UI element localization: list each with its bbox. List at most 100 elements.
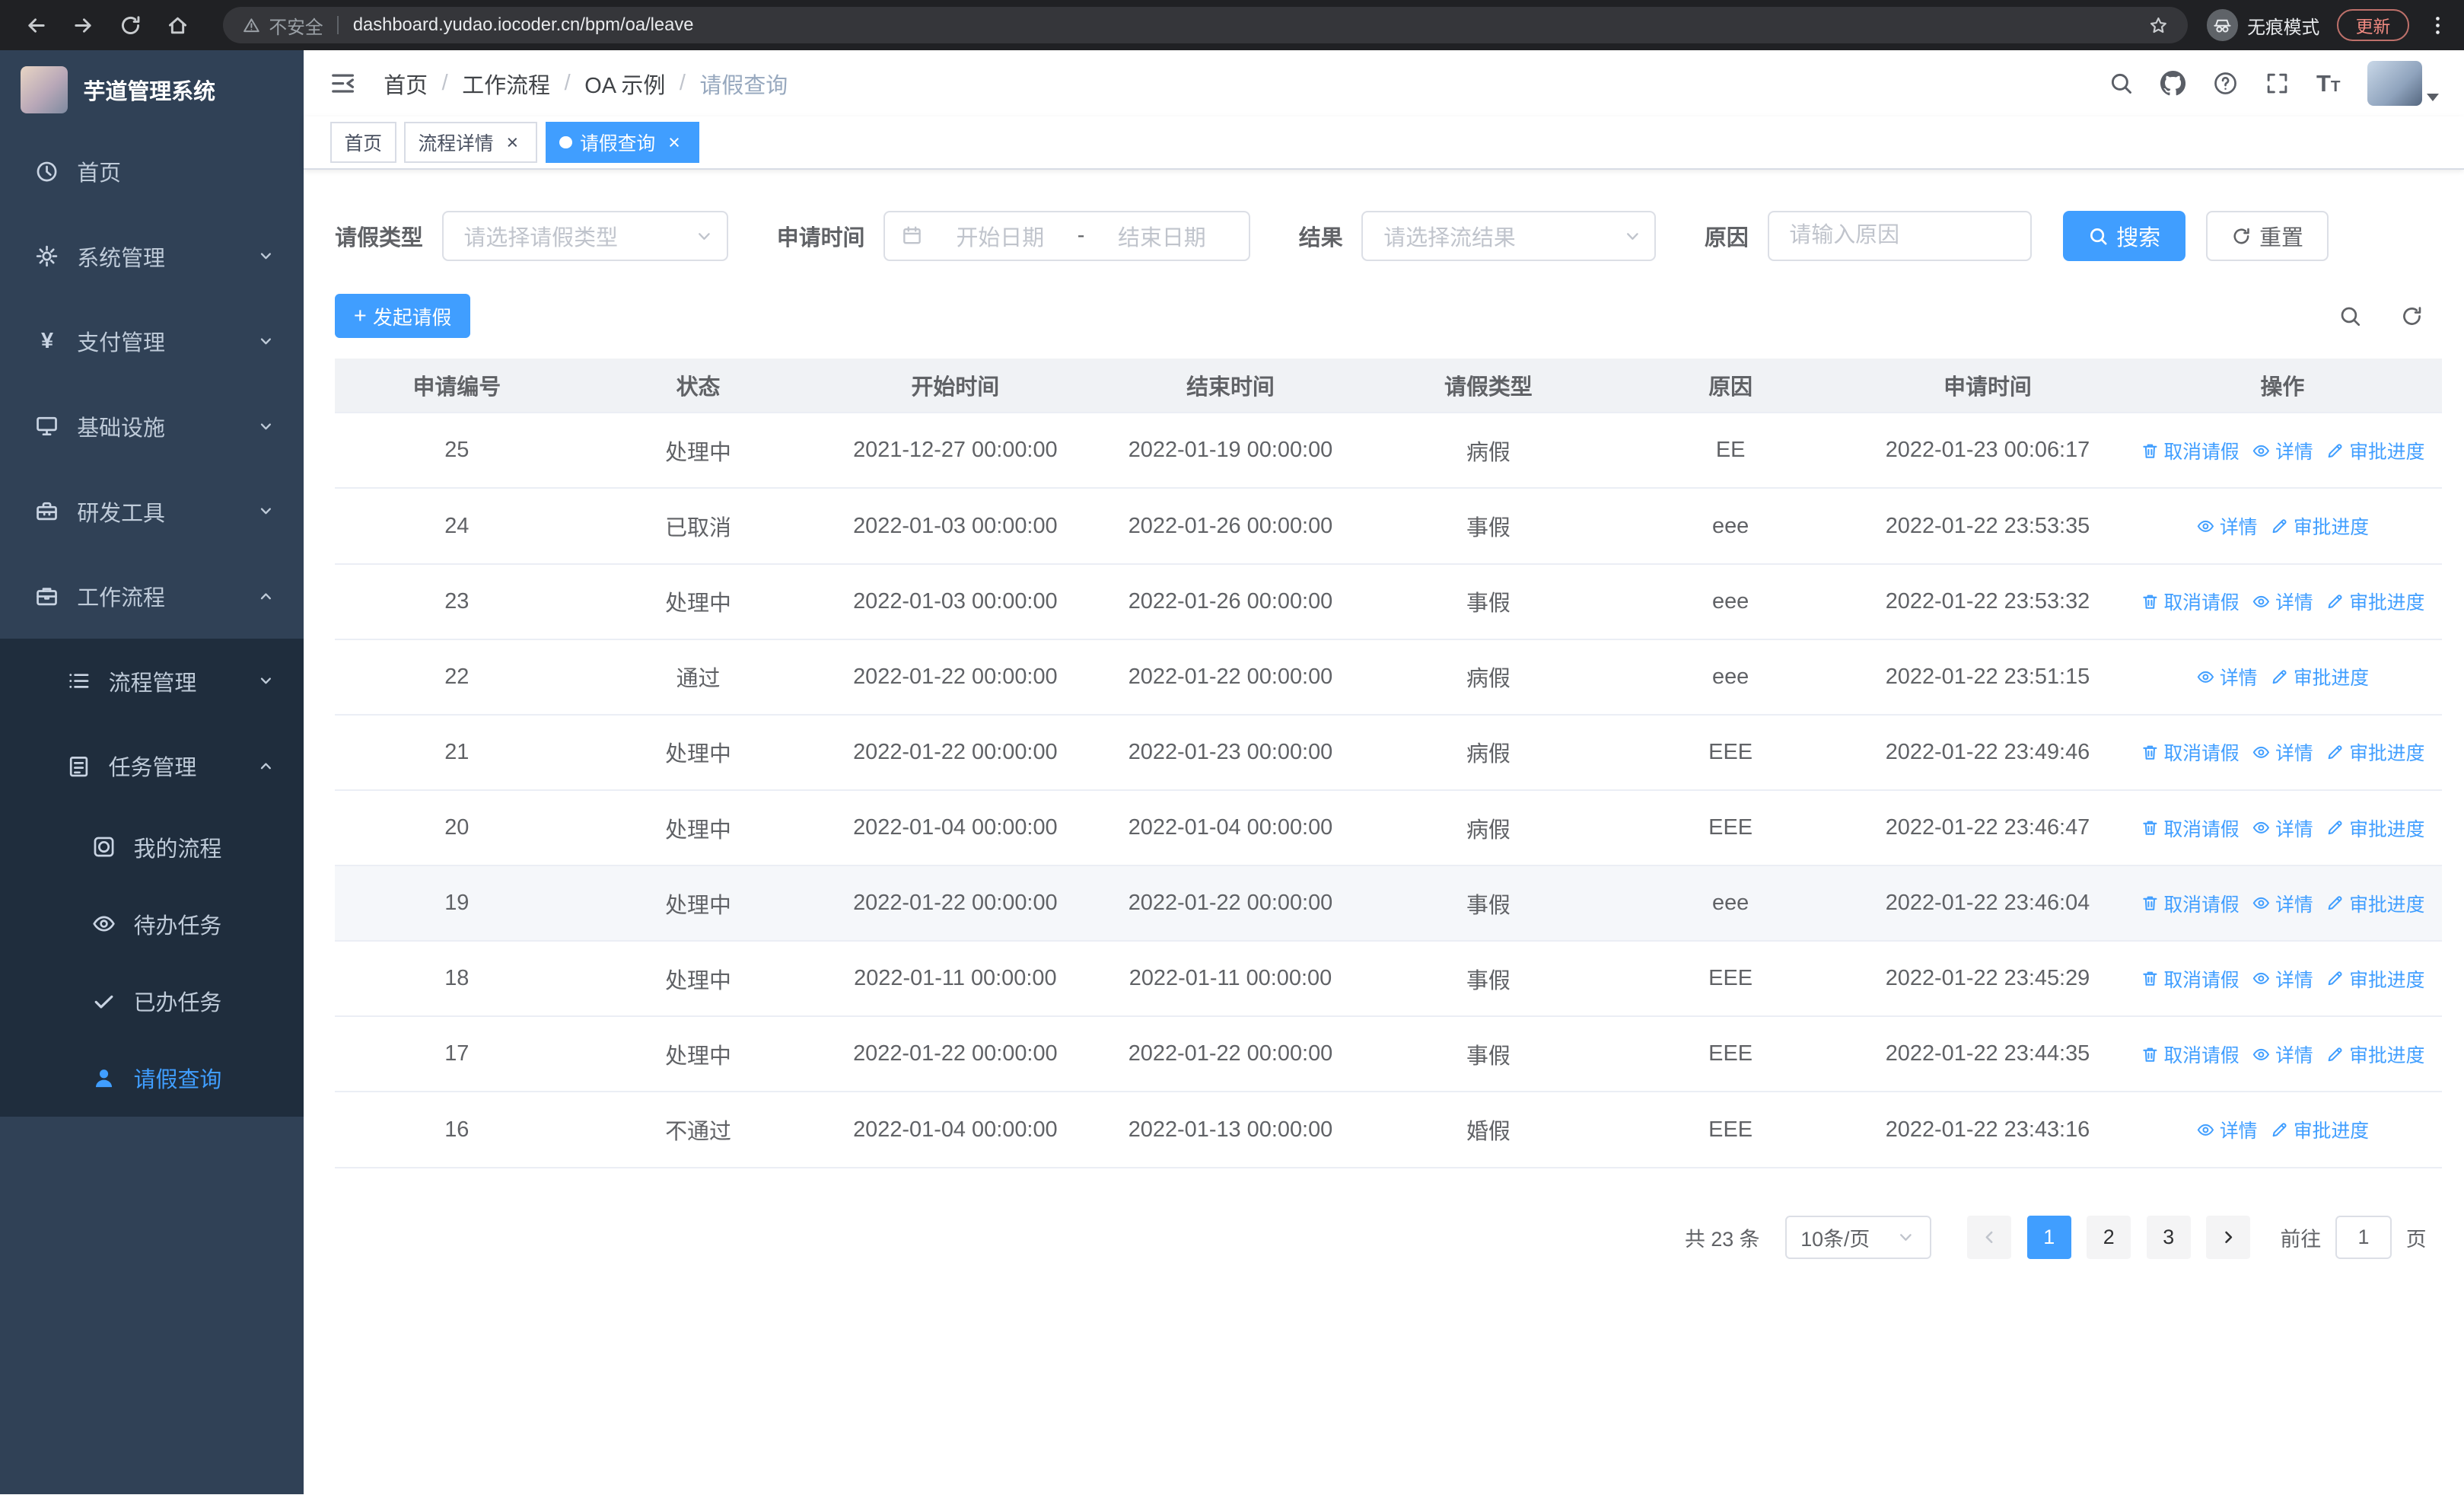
font-size-icon[interactable]: TT: [2316, 72, 2341, 95]
approval-progress-link[interactable]: 审批进度: [2326, 890, 2424, 917]
sidebar-item-label: 请假查询: [133, 1068, 222, 1093]
warning-icon: [242, 16, 261, 35]
cancel-leave-link[interactable]: 取消请假: [2141, 890, 2240, 917]
approval-progress-link[interactable]: 审批进度: [2326, 588, 2424, 615]
table-cell: 处理中: [665, 440, 731, 465]
breadcrumb-item[interactable]: 工作流程: [462, 68, 550, 100]
approval-progress-link[interactable]: 审批进度: [2326, 814, 2424, 842]
search-button[interactable]: 搜索: [2063, 210, 2186, 261]
browser-menu-icon[interactable]: [2427, 14, 2449, 37]
sidebar-item-task-management[interactable]: 任务管理: [0, 723, 304, 808]
eye-icon: [2196, 668, 2215, 687]
approval-progress-link[interactable]: 审批进度: [2326, 1041, 2424, 1068]
breadcrumb-item[interactable]: OA 示例: [584, 68, 665, 100]
sidebar-collapse-icon[interactable]: [329, 69, 357, 97]
detail-link[interactable]: 详情: [2252, 814, 2313, 842]
toggle-search-icon[interactable]: [2338, 304, 2362, 328]
github-icon[interactable]: [2160, 70, 2186, 96]
sidebar-item-process-management[interactable]: 流程管理: [0, 639, 304, 724]
approval-progress-link[interactable]: 审批进度: [2326, 437, 2424, 464]
cancel-leave-link[interactable]: 取消请假: [2141, 588, 2240, 615]
edit-icon: [2270, 517, 2289, 536]
sidebar-item-my-processes[interactable]: 我的流程: [0, 808, 304, 885]
cancel-leave-link[interactable]: 取消请假: [2141, 437, 2240, 464]
tab-leave-query[interactable]: 请假查询 ×: [545, 122, 699, 163]
sidebar-item-label: 我的流程: [133, 837, 222, 862]
approval-progress-link[interactable]: 审批进度: [2326, 738, 2424, 766]
prev-page-button[interactable]: [1967, 1215, 2012, 1260]
app-logo[interactable]: 芋道管理系统: [0, 50, 304, 129]
screen: 不安全 dashboard.yudao.iocoder.cn/bpm/oa/le…: [0, 0, 2464, 1495]
detail-link[interactable]: 详情: [2252, 437, 2313, 464]
detail-link[interactable]: 详情: [2252, 965, 2313, 993]
tab-home[interactable]: 首页: [329, 122, 396, 163]
edit-icon: [2326, 592, 2345, 611]
navbar: 首页 / 工作流程 / OA 示例 / 请假查询 T T: [304, 50, 2464, 116]
table-toolbar: + 发起请假: [335, 294, 2442, 339]
column-header: 请假类型: [1444, 375, 1533, 400]
table-cell: 2022-01-11 00:00:00: [1129, 966, 1332, 991]
browser-reload-button[interactable]: [110, 5, 151, 46]
leave-type-select[interactable]: 请选择请假类型: [441, 210, 728, 261]
bookmark-star-icon[interactable]: [2148, 15, 2169, 36]
close-icon[interactable]: ×: [501, 132, 524, 154]
close-icon[interactable]: ×: [664, 132, 686, 154]
table-cell: 2022-01-13 00:00:00: [1128, 1117, 1333, 1142]
edit-icon: [2270, 1120, 2289, 1140]
sidebar-item-leave-query[interactable]: 请假查询: [0, 1040, 304, 1117]
approval-progress-link[interactable]: 审批进度: [2270, 1116, 2369, 1143]
result-select[interactable]: 请选择流结果: [1361, 210, 1656, 261]
breadcrumb-item[interactable]: 首页: [384, 68, 428, 100]
sidebar-item-devtools[interactable]: 研发工具: [0, 469, 304, 554]
create-leave-button[interactable]: + 发起请假: [335, 294, 471, 339]
cancel-leave-link[interactable]: 取消请假: [2141, 814, 2240, 842]
sidebar-item-done-tasks[interactable]: 已办任务: [0, 963, 304, 1040]
detail-link[interactable]: 详情: [2252, 1041, 2313, 1068]
detail-link[interactable]: 详情: [2252, 588, 2313, 615]
cancel-leave-link[interactable]: 取消请假: [2141, 738, 2240, 766]
approval-progress-link[interactable]: 审批进度: [2270, 512, 2369, 540]
page-size-select[interactable]: 10条/页: [1784, 1215, 1931, 1260]
sidebar-item-todo-tasks[interactable]: 待办任务: [0, 885, 304, 962]
apply-time-range-picker[interactable]: 开始日期 - 结束日期: [883, 210, 1250, 261]
approval-progress-link[interactable]: 审批进度: [2270, 663, 2369, 690]
address-bar[interactable]: 不安全 dashboard.yudao.iocoder.cn/bpm/oa/le…: [223, 7, 2188, 43]
tab-process-detail[interactable]: 流程详情 ×: [403, 122, 538, 163]
approval-progress-link[interactable]: 审批进度: [2326, 965, 2424, 993]
search-icon[interactable]: [2109, 71, 2134, 96]
sidebar-item-workflow[interactable]: 工作流程: [0, 553, 304, 639]
sidebar-item-payment[interactable]: ¥ 支付管理: [0, 299, 304, 384]
table-cell: 事假: [1466, 516, 1511, 541]
detail-link[interactable]: 详情: [2252, 890, 2313, 917]
reason-input[interactable]: [1768, 212, 2030, 260]
sidebar-item-home[interactable]: 首页: [0, 129, 304, 214]
refresh-table-icon[interactable]: [2400, 304, 2424, 328]
browser-back-button[interactable]: [16, 5, 57, 46]
detail-link[interactable]: 详情: [2252, 738, 2313, 766]
table-cell: 病假: [1466, 667, 1511, 692]
user-menu[interactable]: [2367, 60, 2440, 107]
fullscreen-icon[interactable]: [2265, 71, 2290, 96]
next-page-button[interactable]: [2206, 1215, 2251, 1260]
page-button[interactable]: 2: [2087, 1215, 2131, 1260]
sidebar-item-system[interactable]: 系统管理: [0, 214, 304, 299]
page-button[interactable]: 3: [2146, 1215, 2191, 1260]
detail-link[interactable]: 详情: [2196, 663, 2257, 690]
site-security-indicator[interactable]: 不安全: [242, 12, 323, 39]
browser-update-button[interactable]: 更新: [2337, 9, 2409, 41]
browser-chrome: 不安全 dashboard.yudao.iocoder.cn/bpm/oa/le…: [0, 0, 2464, 51]
detail-link[interactable]: 详情: [2196, 512, 2257, 540]
sidebar-item-infrastructure[interactable]: 基础设施: [0, 384, 304, 469]
reset-button[interactable]: 重置: [2205, 210, 2329, 261]
goto-page-input[interactable]: [2335, 1215, 2392, 1260]
detail-link[interactable]: 详情: [2196, 1116, 2257, 1143]
browser-forward-button[interactable]: [63, 5, 104, 46]
page-button[interactable]: 1: [2026, 1215, 2071, 1260]
table-cell: 2022-01-22 23:53:35: [1885, 513, 2090, 538]
help-icon[interactable]: [2213, 71, 2238, 96]
cancel-leave-link[interactable]: 取消请假: [2141, 1041, 2240, 1068]
table-cell: 2022-01-22 00:00:00: [853, 891, 1058, 916]
table-row: 24 已取消 2022-01-03 00:00:00 2022-01-26 00:00…: [335, 489, 2443, 565]
browser-home-button[interactable]: [158, 5, 199, 46]
cancel-leave-link[interactable]: 取消请假: [2141, 965, 2240, 993]
